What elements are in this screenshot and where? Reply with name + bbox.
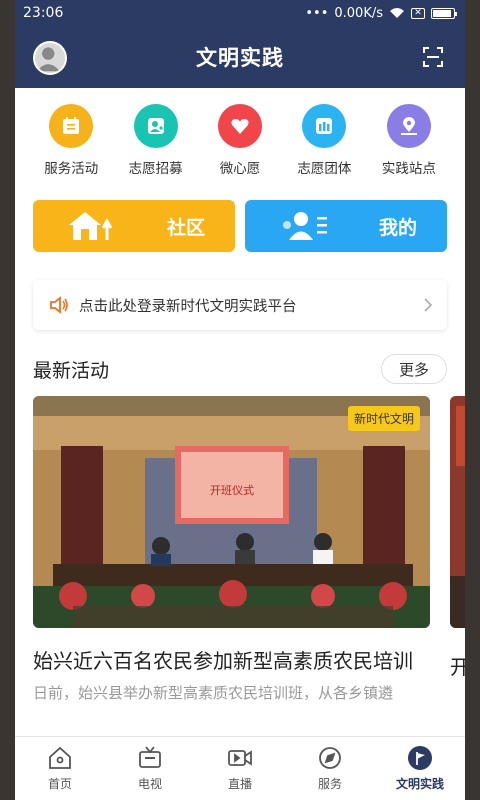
next-article-title[interactable]: 开动 <box>450 652 465 683</box>
group-icon <box>302 104 347 148</box>
nav-item-micro-wish[interactable]: 微心愿 <box>198 104 282 184</box>
heart-icon <box>218 104 263 148</box>
tab-label: 直播 <box>227 777 252 791</box>
dots-icon: ••• <box>305 5 329 21</box>
live-icon <box>228 750 252 766</box>
tab-tv[interactable]: 电视 <box>105 737 195 800</box>
network-speed: 0.00K/s <box>334 5 383 21</box>
screen-text: 开班仪式 <box>210 484 254 497</box>
nav-label: 微心愿 <box>219 161 261 177</box>
section-title: 最新活动 <box>33 359 110 382</box>
nav-item-volunteer-group[interactable]: 志愿团体 <box>282 104 366 184</box>
nav-item-volunteer-recruit[interactable]: 志愿招募 <box>113 104 197 184</box>
activity-carousel[interactable]: 开班仪式 新时代文明 <box>15 396 465 628</box>
tv-icon <box>139 746 161 768</box>
nav-label: 服务活动 <box>44 161 99 177</box>
tab-service[interactable]: 服务 <box>285 737 375 800</box>
location-icon <box>386 104 431 148</box>
sim-icon: ✕ <box>411 7 425 19</box>
more-button[interactable]: 更多 <box>381 354 447 384</box>
status-time: 23:06 <box>23 5 64 21</box>
main-content: 服务活动 志愿招募 微心愿 志愿团体 实践站点 社区 我的 点击此处登录新时代文… <box>15 88 465 800</box>
avatar[interactable] <box>33 41 67 75</box>
nav-item-practice-site[interactable]: 实践站点 <box>367 104 451 184</box>
mine-label: 我的 <box>378 216 417 239</box>
app-header: 文明实践 <box>15 26 465 88</box>
latest-activities-header: 最新活动 更多 <box>15 354 465 384</box>
tab-home[interactable]: 首页 <box>15 737 105 800</box>
phone-screen: 23:06 ••• 0.00K/s ✕ 文明实践 服务活动 志愿招募 微心愿 志… <box>15 0 465 800</box>
entry-banners: 社区 我的 <box>15 200 465 252</box>
quick-nav: 服务活动 志愿招募 微心愿 志愿团体 实践站点 <box>15 88 465 184</box>
tab-civilization-practice[interactable]: 文明实践 <box>375 737 465 800</box>
scan-icon[interactable] <box>423 47 443 67</box>
mine-banner[interactable]: 我的 <box>245 200 447 252</box>
flag-icon <box>408 746 432 770</box>
chevron-right-icon <box>424 298 433 312</box>
community-label: 社区 <box>166 216 205 239</box>
nav-label: 实践站点 <box>381 161 436 177</box>
profile-icon <box>283 212 327 240</box>
next-activity-photo[interactable] <box>450 396 465 628</box>
activity-photo[interactable]: 开班仪式 新时代文明 <box>33 396 430 628</box>
tab-label: 服务 <box>317 777 342 791</box>
notice-text: 点击此处登录新时代文明实践平台 <box>79 298 297 315</box>
community-banner[interactable]: 社区 <box>33 200 235 252</box>
tab-label: 文明实践 <box>395 777 444 791</box>
page-title: 文明实践 <box>196 46 284 70</box>
article-summary: 日前，始兴县举办新型高素质农民培训班，从各乡镇遴 <box>33 684 394 702</box>
bottom-tab-bar: 首页 电视 直播 服务 文明实践 <box>15 736 465 800</box>
nav-label: 志愿招募 <box>128 161 183 177</box>
home-icon <box>49 746 71 769</box>
tab-live[interactable]: 直播 <box>195 737 285 800</box>
nav-label: 志愿团体 <box>297 161 352 177</box>
house-icon <box>69 212 113 240</box>
article-title[interactable]: 始兴近六百名农民参加新型高素质农民培训 <box>33 646 433 677</box>
tab-label: 电视 <box>137 777 162 791</box>
battery-icon <box>431 7 457 19</box>
calendar-icon <box>49 104 94 148</box>
tab-label: 首页 <box>47 777 72 791</box>
volunteer-icon <box>133 104 178 148</box>
status-indicators: ••• 0.00K/s ✕ <box>305 5 457 21</box>
category-tag: 新时代文明 <box>347 406 420 431</box>
status-bar: 23:06 ••• 0.00K/s ✕ <box>15 0 465 26</box>
speaker-icon <box>50 296 68 314</box>
compass-icon <box>319 747 341 769</box>
login-notice[interactable]: 点击此处登录新时代文明实践平台 <box>33 280 447 330</box>
wifi-icon <box>390 8 404 18</box>
nav-item-service-activity[interactable]: 服务活动 <box>29 104 113 184</box>
